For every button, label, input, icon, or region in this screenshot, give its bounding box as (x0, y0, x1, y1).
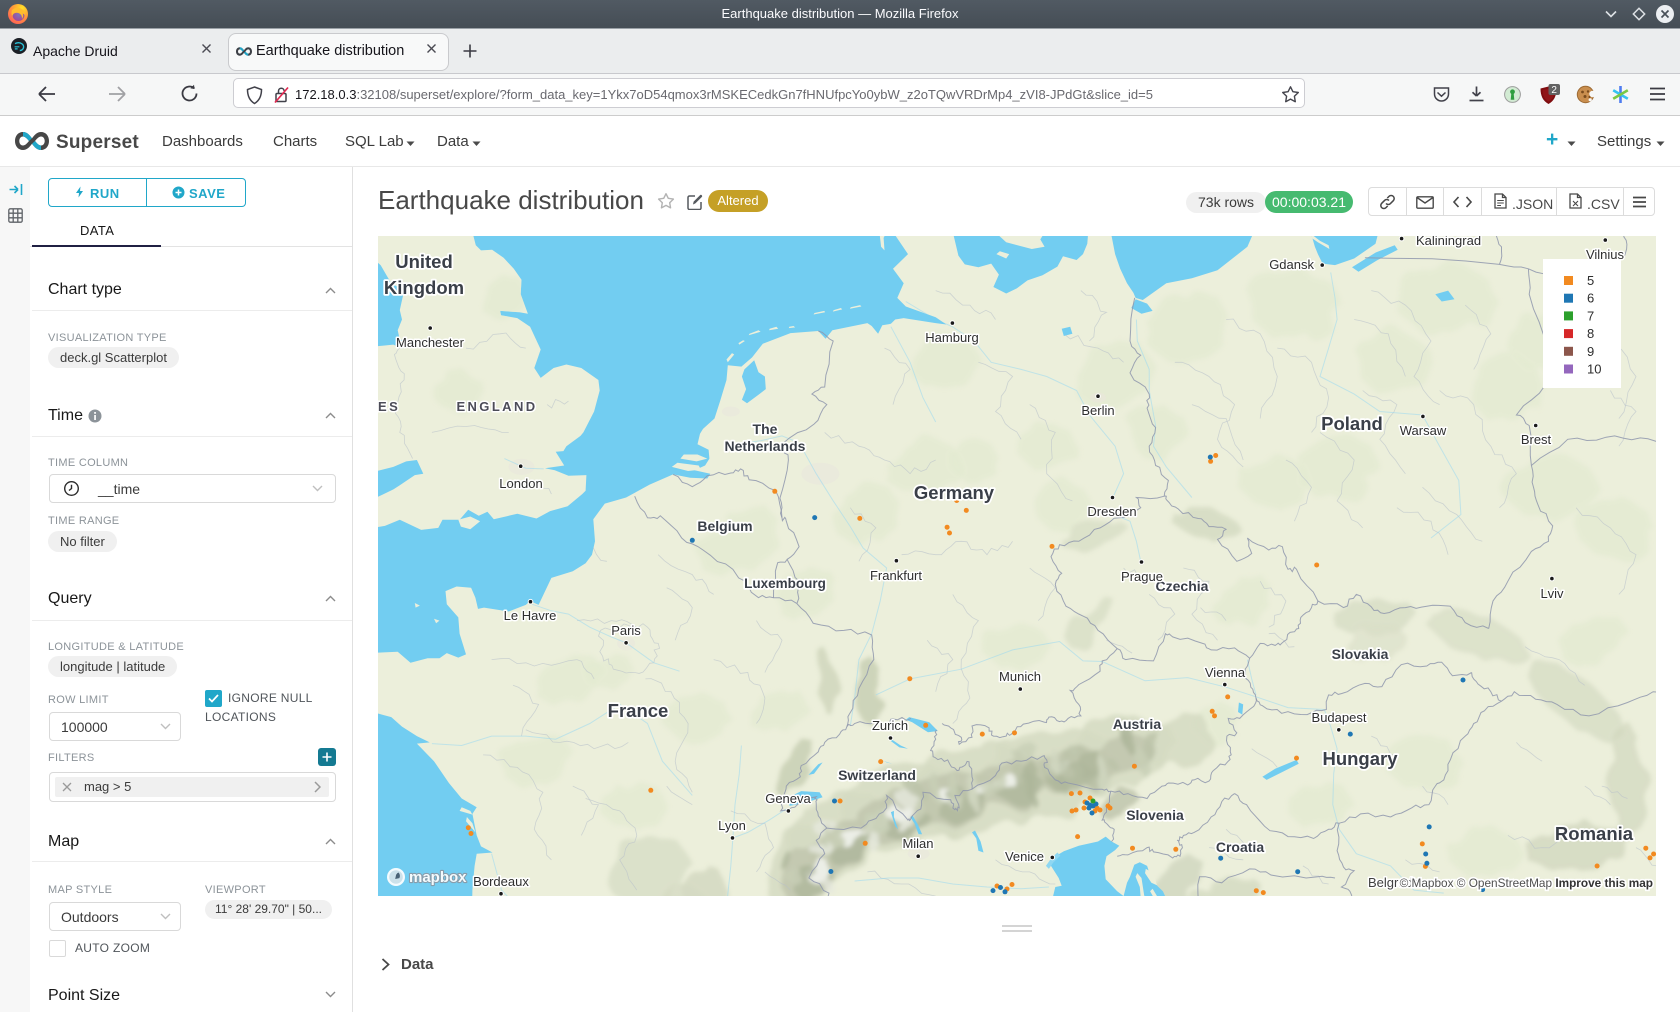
svg-text:9: 9 (1587, 344, 1594, 359)
svg-text:Le Havre: Le Havre (504, 608, 557, 623)
svg-text:mapbox: mapbox (409, 869, 467, 886)
svg-text:Berlin: Berlin (1081, 403, 1114, 418)
svg-text:France: France (608, 700, 669, 721)
svg-text:Zurich: Zurich (872, 718, 908, 733)
svg-text:Germany: Germany (914, 482, 995, 503)
svg-text:Kingdom: Kingdom (384, 277, 464, 298)
svg-text:Romania: Romania (1555, 823, 1634, 844)
svg-text:2: 2 (1551, 85, 1557, 96)
svg-text:Vienna: Vienna (1205, 665, 1246, 680)
svg-text:Prague: Prague (1121, 569, 1163, 584)
svg-text:Milan: Milan (902, 836, 933, 851)
svg-text:Czechia: Czechia (1156, 578, 1209, 594)
svg-text:Gdansk: Gdansk (1269, 257, 1314, 272)
svg-text:Kaliningrad: Kaliningrad (1416, 236, 1481, 248)
svg-text:Venice: Venice (1005, 849, 1044, 864)
svg-text:United: United (395, 251, 453, 272)
svg-text:7: 7 (1587, 308, 1594, 323)
svg-text:Frankfurt: Frankfurt (870, 568, 922, 583)
svg-text:Switzerland: Switzerland (838, 767, 916, 783)
svg-text:Munich: Munich (999, 669, 1041, 684)
svg-text:Luxembourg: Luxembourg (744, 576, 826, 591)
svg-text:Bordeaux: Bordeaux (473, 874, 529, 889)
svg-text:5: 5 (1587, 273, 1594, 288)
svg-text:Netherlands: Netherlands (725, 438, 806, 454)
svg-text:Hamburg: Hamburg (925, 330, 978, 345)
svg-text:Lyon: Lyon (718, 818, 746, 833)
svg-text:Paris: Paris (611, 623, 641, 638)
svg-text:ES: ES (378, 399, 400, 414)
svg-text:Austria: Austria (1113, 716, 1161, 732)
svg-text:ENGLAND: ENGLAND (456, 399, 537, 414)
svg-text:© Mapbox © OpenStreetMap Impro: © Mapbox © OpenStreetMap Improve this ma… (1400, 876, 1653, 890)
svg-text:Geneva: Geneva (765, 791, 811, 806)
svg-text:Manchester: Manchester (396, 335, 465, 350)
svg-text:Poland: Poland (1321, 413, 1383, 434)
svg-text:Warsaw: Warsaw (1400, 423, 1447, 438)
svg-text:8: 8 (1587, 326, 1594, 341)
svg-text:Lviv: Lviv (1540, 586, 1564, 601)
svg-text:Slovenia: Slovenia (1126, 807, 1184, 823)
svg-text:London: London (499, 476, 542, 491)
svg-text:10: 10 (1587, 362, 1601, 377)
svg-text:Dresden: Dresden (1087, 504, 1136, 519)
svg-text:6: 6 (1587, 291, 1594, 306)
svg-text:Belgium: Belgium (697, 518, 752, 534)
svg-text:Budapest: Budapest (1312, 710, 1367, 725)
svg-text:Hungary: Hungary (1322, 748, 1398, 769)
svg-text:Brest: Brest (1521, 432, 1552, 447)
svg-text:Slovakia: Slovakia (1332, 646, 1389, 662)
svg-text:Croatia: Croatia (1216, 839, 1264, 855)
svg-text:The: The (753, 421, 778, 437)
